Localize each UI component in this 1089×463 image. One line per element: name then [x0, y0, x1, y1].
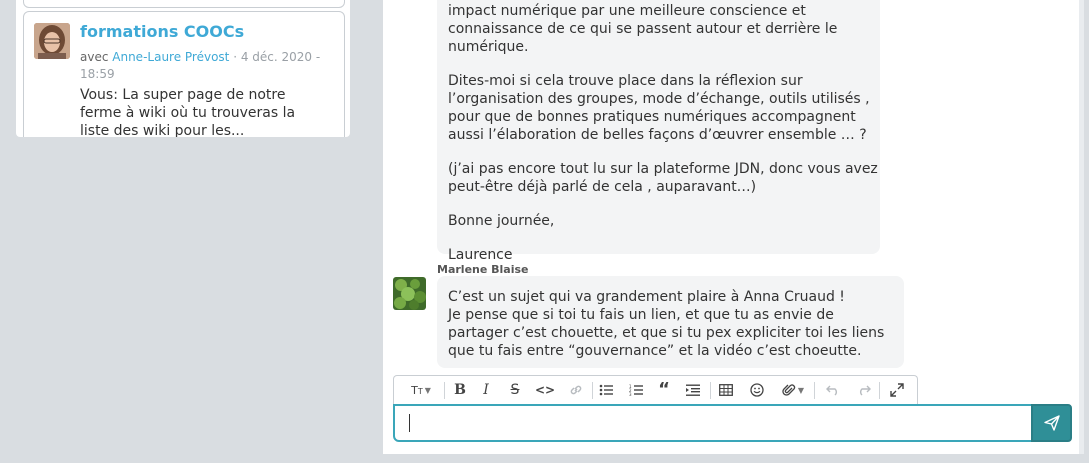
participant-link[interactable]: Anne-Laure Prévost — [112, 50, 229, 64]
table-button[interactable] — [715, 380, 737, 400]
conversation-card-previous[interactable] — [23, 0, 345, 8]
toolbar-separator — [444, 382, 445, 399]
with-label: avec — [80, 50, 109, 64]
conversation-meta: avec Anne-Laure Prévost · 4 déc. 2020 - … — [80, 49, 330, 83]
fullscreen-button[interactable] — [886, 380, 908, 400]
message-paragraph: Bonne journée, — [448, 213, 555, 229]
chat-scrollbar[interactable] — [1079, 0, 1084, 454]
svg-text:3: 3 — [629, 392, 632, 396]
undo-button[interactable] — [822, 380, 844, 400]
redo-icon — [860, 385, 871, 396]
attachment-button[interactable]: ▼ — [777, 380, 809, 400]
toolbar-separator — [592, 382, 593, 399]
code-button[interactable]: <> — [534, 380, 556, 400]
message-author[interactable]: Marlene Blaise — [437, 263, 529, 276]
bullet-list-icon — [599, 384, 613, 396]
numbered-list-icon: 123 — [629, 384, 643, 396]
text-size-icon: TT — [411, 383, 423, 397]
bold-icon: B — [454, 382, 466, 398]
editor-toolbar: TT ▼ B I S <> 123 “ ▼ — [393, 375, 918, 404]
text-cursor — [409, 414, 410, 432]
bullet-list-button[interactable] — [595, 380, 617, 400]
emoji-button[interactable] — [746, 380, 768, 400]
toolbar-separator — [710, 382, 711, 399]
message-line: C’est un sujet qui va grandement plaire … — [448, 289, 845, 305]
redo-button[interactable] — [853, 380, 875, 400]
message-bubble: C’est un sujet qui va grandement plaire … — [437, 276, 904, 368]
italic-button[interactable]: I — [475, 380, 497, 400]
quote-button[interactable]: “ — [653, 380, 675, 400]
message-line: Je pense que si toi tu fais un lien, et … — [448, 307, 885, 359]
code-icon: <> — [534, 383, 556, 397]
smile-icon — [750, 383, 764, 397]
table-icon — [719, 384, 733, 396]
avatar — [34, 23, 70, 59]
send-button[interactable] — [1031, 404, 1072, 442]
avatar[interactable] — [393, 277, 426, 310]
chevron-down-icon: ▼ — [797, 385, 805, 395]
bold-button[interactable]: B — [449, 380, 471, 400]
message-paragraph: impact numérique par une meilleure consc… — [448, 3, 838, 55]
message-paragraph: Laurence — [448, 247, 513, 263]
link-icon — [570, 385, 582, 395]
strikethrough-button[interactable]: S — [504, 380, 526, 400]
chevron-down-icon: ▼ — [424, 385, 431, 395]
italic-icon: I — [483, 382, 489, 398]
paperclip-icon — [782, 384, 796, 396]
expand-icon — [890, 383, 904, 397]
message-bubble: impact numérique par une meilleure consc… — [437, 0, 880, 263]
message-paragraph: Dites-moi si cela trouve place dans la r… — [448, 73, 870, 143]
conversation-list: formations COOCs avec Anne-Laure Prévost… — [16, 0, 350, 137]
conversation-snippet: Vous: La super page de notre ferme à wik… — [80, 87, 296, 137]
toolbar-separator — [879, 382, 880, 399]
message-paragraph: (j’ai pas encore tout lu sur la platefor… — [448, 161, 878, 195]
text-size-button[interactable]: TT ▼ — [406, 380, 436, 400]
numbered-list-button[interactable]: 123 — [625, 380, 647, 400]
conversation-title[interactable]: formations COOCs — [80, 22, 244, 41]
indent-button[interactable] — [682, 380, 704, 400]
send-icon — [1043, 415, 1060, 431]
strikethrough-icon: S — [510, 382, 520, 398]
indent-icon — [686, 384, 700, 396]
conversation-card[interactable]: formations COOCs avec Anne-Laure Prévost… — [23, 11, 345, 137]
message-input[interactable] — [393, 404, 1033, 442]
toolbar-separator — [814, 382, 815, 399]
quote-icon: “ — [658, 379, 670, 400]
undo-icon — [826, 385, 837, 396]
link-button[interactable] — [565, 380, 587, 400]
